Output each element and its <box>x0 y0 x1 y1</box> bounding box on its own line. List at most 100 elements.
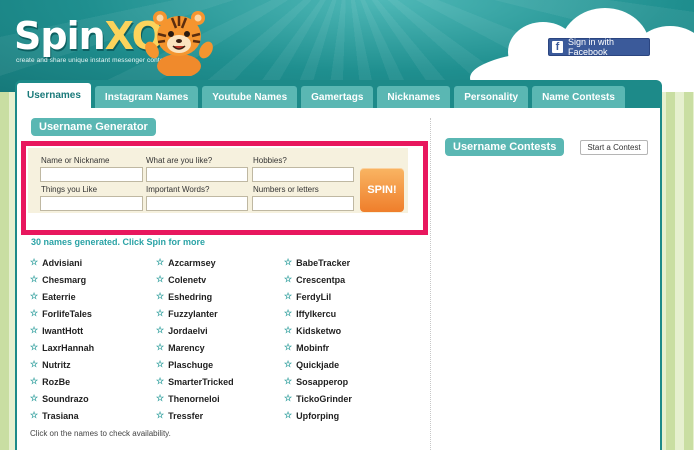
star-icon[interactable]: ☆ <box>284 291 292 302</box>
name-item[interactable]: ☆ Thenorneloi <box>156 393 220 404</box>
tab-name-contests[interactable]: Name Contests <box>532 86 625 108</box>
name-item[interactable]: ☆ ForlifeTales <box>30 308 92 319</box>
site-logo[interactable]: SpinXO <box>14 14 164 58</box>
tab-gamertags[interactable]: Gamertags <box>301 86 374 108</box>
star-icon[interactable]: ☆ <box>30 274 38 285</box>
name-label: Quickjade <box>296 359 340 370</box>
star-icon[interactable]: ☆ <box>284 376 292 387</box>
name-label: Colenetv <box>168 274 207 285</box>
generated-count: 30 names generated. Click Spin for more <box>31 237 206 247</box>
name-item[interactable]: ☆ BabeTracker <box>284 257 350 268</box>
name-item[interactable]: ☆ Sosapperop <box>284 376 348 387</box>
name-item[interactable]: ☆ RozBe <box>30 376 70 387</box>
name-label: Soundrazo <box>42 393 89 404</box>
tab-instagram-names[interactable]: Instagram Names <box>94 86 199 108</box>
name-label: Crescentpa <box>296 274 346 285</box>
name-item[interactable]: ☆ TickoGrinder <box>284 393 352 404</box>
name-label: Marency <box>168 342 205 353</box>
star-icon[interactable]: ☆ <box>284 274 292 285</box>
star-icon[interactable]: ☆ <box>156 308 164 319</box>
name-item[interactable]: ☆ FerdyLil <box>284 291 331 302</box>
generator-title: Username Generator <box>31 118 156 136</box>
star-icon[interactable]: ☆ <box>156 410 164 421</box>
tab-youtube-names[interactable]: Youtube Names <box>202 86 298 108</box>
name-item[interactable]: ☆ Soundrazo <box>30 393 89 404</box>
name-item[interactable]: ☆ Mobinfr <box>284 342 329 353</box>
star-icon[interactable]: ☆ <box>284 393 292 404</box>
star-icon[interactable]: ☆ <box>30 308 38 319</box>
name-item[interactable]: ☆ Crescentpa <box>284 274 345 285</box>
name-label: Eshedring <box>168 291 213 302</box>
name-label: TickoGrinder <box>296 393 352 404</box>
name-label: Trasiana <box>42 410 79 421</box>
star-icon[interactable]: ☆ <box>156 376 164 387</box>
star-icon[interactable]: ☆ <box>284 342 292 353</box>
star-icon[interactable]: ☆ <box>156 257 164 268</box>
star-icon[interactable]: ☆ <box>30 393 38 404</box>
name-item[interactable]: ☆ Nutritz <box>30 359 71 370</box>
name-item[interactable]: ☆ Chesmarg <box>30 274 86 285</box>
star-icon[interactable]: ☆ <box>284 359 292 370</box>
star-icon[interactable]: ☆ <box>30 376 38 387</box>
tab-nicknames[interactable]: Nicknames <box>377 86 451 108</box>
name-label: Kidsketwo <box>296 325 342 336</box>
column-divider <box>430 118 431 450</box>
name-item[interactable]: ☆ Eaterrie <box>30 291 76 302</box>
name-label: Nutritz <box>42 359 71 370</box>
name-item[interactable]: ☆ LaxrHannah <box>30 342 94 353</box>
star-icon[interactable]: ☆ <box>30 325 38 336</box>
name-item[interactable]: ☆ Colenetv <box>156 274 206 285</box>
name-label: Sosapperop <box>296 376 349 387</box>
star-icon[interactable]: ☆ <box>156 291 164 302</box>
star-icon[interactable]: ☆ <box>156 274 164 285</box>
tab-usernames[interactable]: Usernames <box>17 83 91 108</box>
name-label: IwantHott <box>42 325 84 336</box>
name-label: Azcarmsey <box>168 257 216 268</box>
name-item[interactable]: ☆ SmarterTricked <box>156 376 234 387</box>
facebook-signin-button[interactable]: f Sign in with Facebook <box>548 37 650 57</box>
star-icon[interactable]: ☆ <box>284 257 292 268</box>
name-item[interactable]: ☆ Plaschuge <box>156 359 213 370</box>
star-icon[interactable]: ☆ <box>30 291 38 302</box>
star-icon[interactable]: ☆ <box>30 257 38 268</box>
name-label: RozBe <box>42 376 71 387</box>
tiger-mascot-icon <box>145 11 213 76</box>
star-icon[interactable]: ☆ <box>156 342 164 353</box>
name-label: Advisiani <box>42 257 83 268</box>
name-item[interactable]: ☆ Marency <box>156 342 205 353</box>
star-icon[interactable]: ☆ <box>30 359 38 370</box>
star-icon[interactable]: ☆ <box>284 410 292 421</box>
name-item[interactable]: ☆ IwantHott <box>30 325 83 336</box>
star-icon[interactable]: ☆ <box>30 342 38 353</box>
star-icon[interactable]: ☆ <box>284 308 292 319</box>
name-item[interactable]: ☆ Eshedring <box>156 291 212 302</box>
highlight-box <box>21 141 428 235</box>
facebook-icon: f <box>552 41 564 53</box>
name-item[interactable]: ☆ Kidsketwo <box>284 325 341 336</box>
name-item[interactable]: ☆ Upforping <box>284 410 339 421</box>
star-icon[interactable]: ☆ <box>30 410 38 421</box>
name-item[interactable]: ☆ Trasiana <box>30 410 79 421</box>
facebook-signin-label: Sign in with Facebook <box>568 37 615 57</box>
star-icon[interactable]: ☆ <box>156 325 164 336</box>
name-item[interactable]: ☆ Jordaelvi <box>156 325 208 336</box>
star-icon[interactable]: ☆ <box>156 359 164 370</box>
name-label: Mobinfr <box>296 342 330 353</box>
name-label: Tressfer <box>168 410 204 421</box>
name-item[interactable]: ☆ Tressfer <box>156 410 203 421</box>
availability-note: Click on the names to check availability… <box>30 429 171 438</box>
star-icon[interactable]: ☆ <box>156 393 164 404</box>
name-item[interactable]: ☆ Azcarmsey <box>156 257 216 268</box>
name-label: Chesmarg <box>42 274 87 285</box>
name-item[interactable]: ☆ Fuzzylanter <box>156 308 218 319</box>
name-label: Eaterrie <box>42 291 76 302</box>
name-item[interactable]: ☆ Quickjade <box>284 359 339 370</box>
name-label: LaxrHannah <box>42 342 95 353</box>
name-item[interactable]: ☆ Advisiani <box>30 257 82 268</box>
contests-title: Username Contests <box>445 138 565 156</box>
tab-personality[interactable]: Personality <box>454 86 529 108</box>
start-contest-button[interactable]: Start a Contest <box>580 140 648 155</box>
name-label: Fuzzylanter <box>168 308 218 319</box>
name-item[interactable]: ☆ Iffylkercu <box>284 308 336 319</box>
star-icon[interactable]: ☆ <box>284 325 292 336</box>
